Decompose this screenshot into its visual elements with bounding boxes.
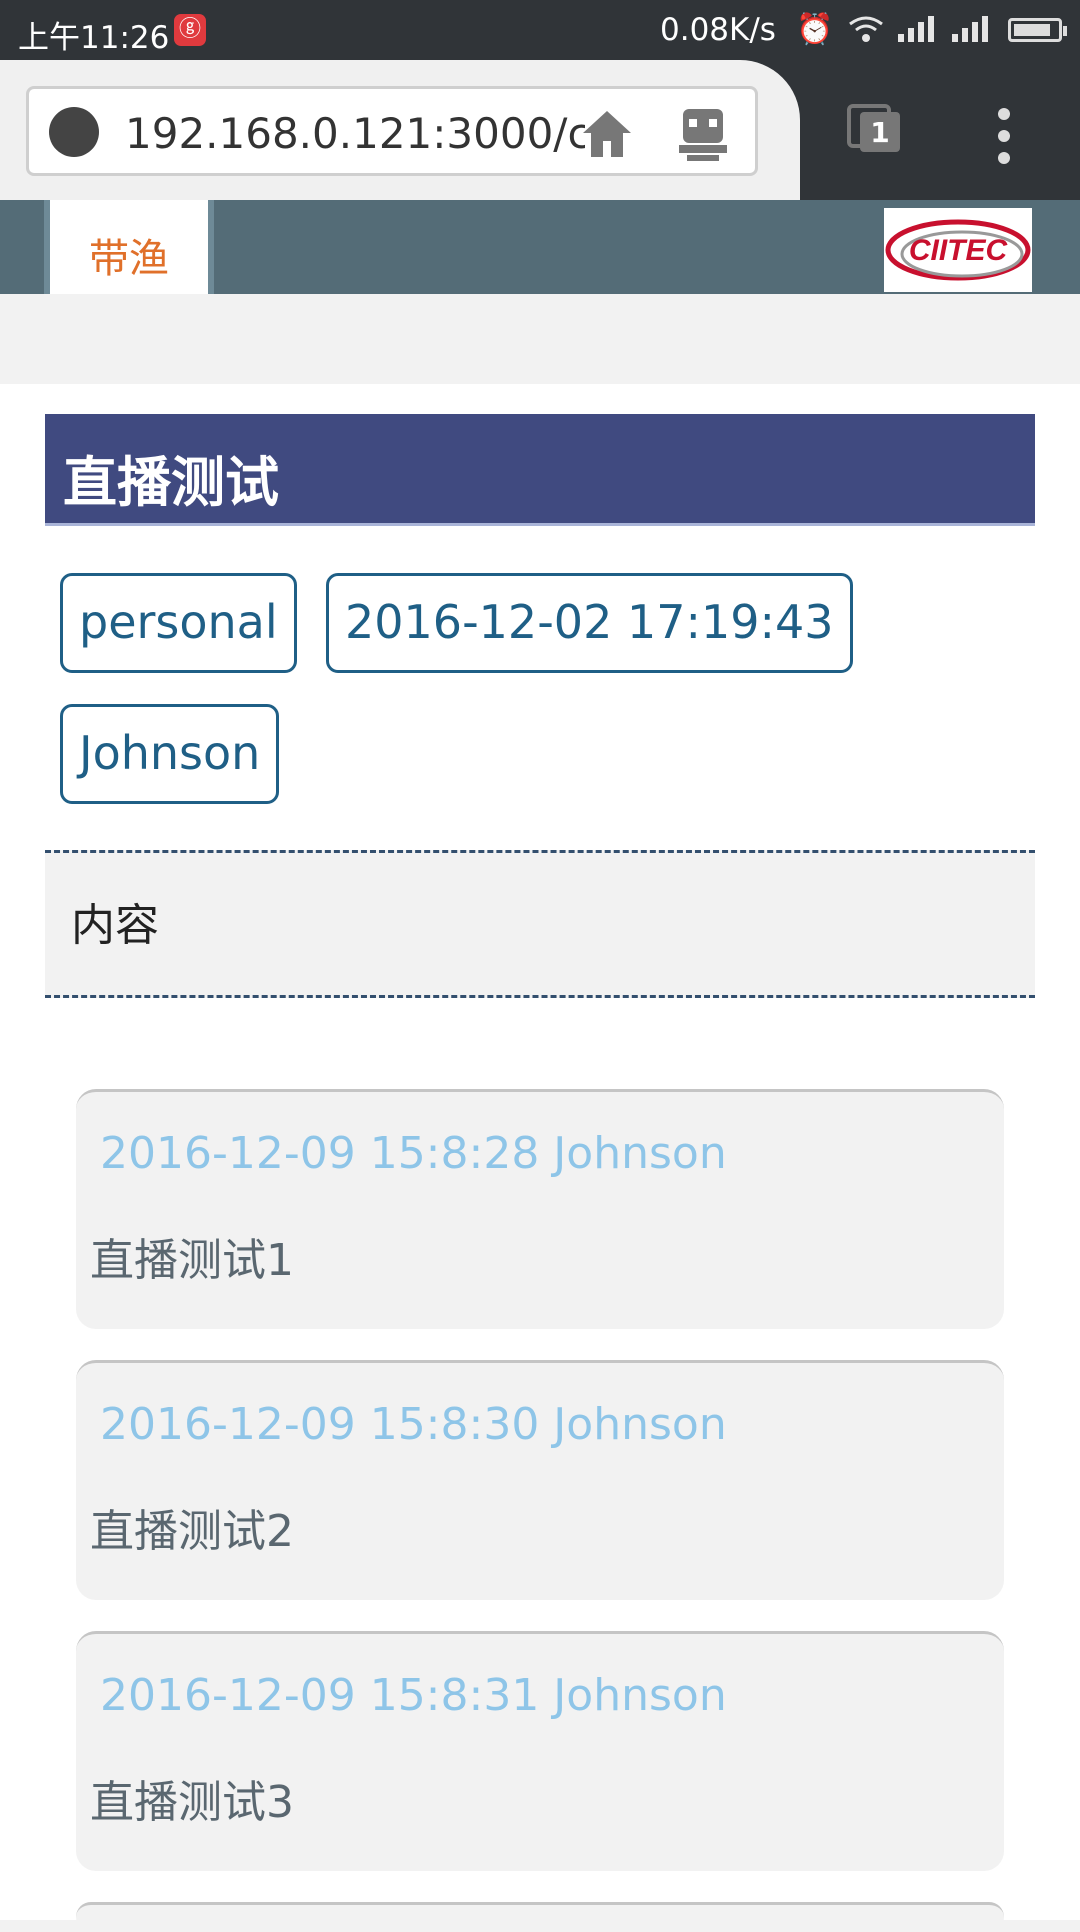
logo-text: CIITEC — [909, 234, 1009, 267]
category-tag[interactable]: personal — [60, 573, 297, 673]
browser-toolbar: 192.168.0.121:3000/c 1 — [0, 60, 1080, 200]
home-icon[interactable] — [577, 103, 637, 163]
page-title: 直播测试 — [63, 451, 279, 514]
comment-card: 2016-12-09 15:8:30 Johnson 直播测试2 — [76, 1360, 1004, 1600]
overflow-menu-icon[interactable] — [998, 108, 1012, 164]
status-time: 上午11:26 — [18, 20, 170, 56]
browser-tab: 192.168.0.121:3000/c — [0, 60, 800, 200]
brand-tab[interactable]: 带渔 — [44, 200, 214, 302]
comment-meta: 2016-12-09 15:8:30 Johnson — [100, 1399, 727, 1450]
address-bar[interactable]: 192.168.0.121:3000/c — [26, 86, 758, 176]
signal-icon — [952, 16, 988, 42]
battery-icon — [1008, 18, 1067, 42]
post-description: 内容 — [45, 850, 1035, 998]
comment-body: 直播测试3 — [90, 1777, 294, 1828]
comment-meta: 2016-12-09 15:8:31 Johnson — [100, 1670, 727, 1721]
description-text: 内容 — [71, 900, 159, 951]
wifi-icon — [849, 16, 883, 42]
header-spacer — [0, 294, 1080, 384]
comment-body: 直播测试1 — [90, 1235, 294, 1286]
alarm-icon: ⏰ — [796, 12, 834, 47]
comment-card — [76, 1902, 1004, 1932]
comment-card: 2016-12-09 15:8:31 Johnson 直播测试3 — [76, 1631, 1004, 1871]
comment-meta: 2016-12-09 15:8:28 Johnson — [100, 1128, 727, 1179]
post-title-bar: 直播测试 — [45, 414, 1035, 526]
globe-icon — [49, 107, 99, 157]
comment-card: 2016-12-09 15:8:28 Johnson 直播测试1 — [76, 1089, 1004, 1329]
url-text[interactable]: 192.168.0.121:3000/c — [125, 109, 585, 158]
comment-body: 直播测试2 — [90, 1506, 294, 1557]
date-tag[interactable]: 2016-12-02 17:19:43 — [326, 573, 853, 673]
app-notification-icon: ⓖ — [174, 14, 206, 46]
tab-count-badge[interactable]: 1 — [860, 112, 900, 152]
brand-label: 带渔 — [89, 236, 169, 282]
author-tag[interactable]: Johnson — [60, 704, 280, 804]
network-speed: 0.08K/s — [660, 12, 776, 48]
status-bar: 上午11:26 ⓖ 0.08K/s ⏰ — [0, 0, 1080, 60]
battery-level — [1014, 24, 1050, 36]
robot-icon[interactable] — [673, 103, 733, 163]
signal-icon — [898, 16, 934, 42]
ciitec-logo[interactable]: CIITEC — [884, 208, 1032, 292]
